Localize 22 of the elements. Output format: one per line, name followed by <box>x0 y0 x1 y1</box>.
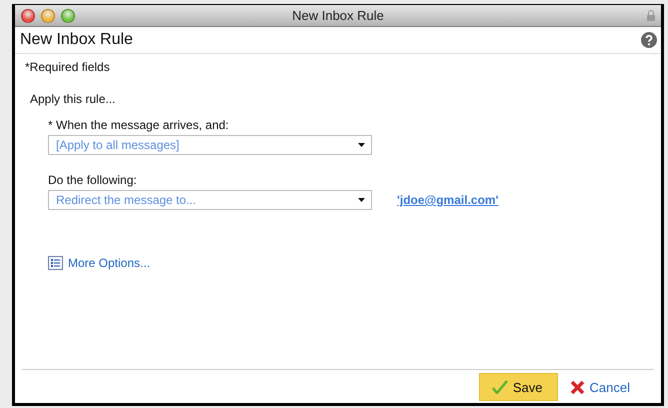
list-icon <box>48 256 63 270</box>
caret-icon <box>358 198 365 202</box>
cancel-button[interactable]: Cancel <box>566 373 634 401</box>
field-label: * When the message arrives, and: <box>48 118 229 132</box>
dropdown[interactable]: Redirect the message to... <box>48 190 372 210</box>
close-window-button[interactable] <box>21 8 35 22</box>
more-options-link[interactable]: More Options... <box>68 256 150 270</box>
field-label: Do the following: <box>48 173 137 187</box>
caret-icon <box>358 143 365 147</box>
dialog-title: New Inbox Rule <box>20 31 133 49</box>
save-button[interactable]: Save <box>478 373 558 401</box>
window-title: New Inbox Rule <box>292 8 384 23</box>
required-note: *Required fields <box>25 60 110 74</box>
zoom-button[interactable] <box>61 8 75 22</box>
help-icon[interactable] <box>641 32 657 48</box>
close-icon <box>570 380 585 394</box>
lock-icon <box>647 10 655 21</box>
dropdown[interactable]: [Apply to all messages] <box>48 135 372 155</box>
section-title: Apply this rule... <box>30 92 116 106</box>
check-icon <box>492 380 508 394</box>
minimize-button[interactable] <box>41 8 55 22</box>
email-link[interactable]: 'jdoe@gmail.com' <box>397 193 498 207</box>
